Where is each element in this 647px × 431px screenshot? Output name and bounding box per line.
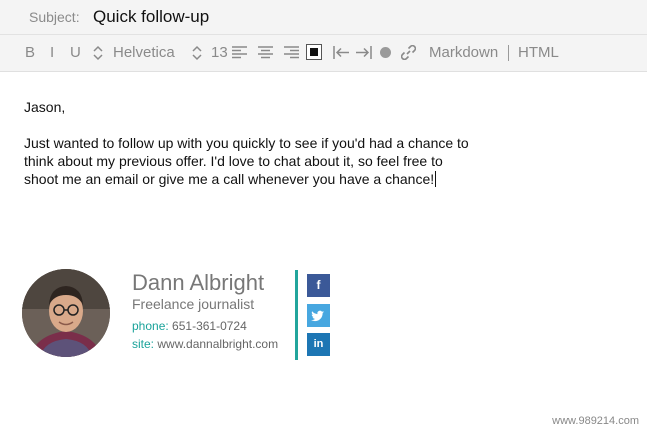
- underline-button[interactable]: U: [70, 44, 81, 62]
- phone-label: phone:: [132, 319, 169, 333]
- greeting: Jason,: [24, 99, 66, 115]
- site-link[interactable]: www.dannalbright.com: [157, 337, 278, 351]
- toolbar-divider: [508, 45, 509, 61]
- bullet-icon[interactable]: [380, 47, 391, 58]
- signature-name: Dann Albright: [132, 270, 265, 295]
- avatar: [22, 269, 110, 357]
- link-icon[interactable]: [401, 45, 416, 60]
- bold-button[interactable]: B: [25, 44, 35, 62]
- body-line: Just wanted to follow up with you quickl…: [24, 135, 469, 151]
- align-center-icon[interactable]: [258, 46, 273, 59]
- signature-title: Freelance journalist: [132, 296, 255, 312]
- italic-button[interactable]: I: [50, 44, 54, 62]
- message-body[interactable]: Jason, Just wanted to follow up with you…: [24, 98, 469, 188]
- font-selector[interactable]: Helvetica: [113, 44, 175, 62]
- size-stepper-icon[interactable]: [192, 45, 202, 61]
- text-cursor: [435, 171, 437, 187]
- font-size-selector[interactable]: 13: [211, 44, 228, 62]
- body-line-last: shoot me an email or give me a call when…: [24, 170, 469, 188]
- facebook-icon[interactable]: f: [307, 274, 330, 297]
- subject-bar: Subject: Quick follow-up: [0, 0, 647, 35]
- markdown-toggle[interactable]: Markdown: [429, 44, 498, 62]
- signature-divider: [295, 270, 298, 360]
- align-left-icon[interactable]: [232, 46, 247, 59]
- watermark: www.989214.com: [552, 415, 639, 427]
- subject-label: Subject:: [29, 9, 80, 25]
- align-right-icon[interactable]: [284, 46, 299, 59]
- body-line: shoot me an email or give me a call when…: [24, 171, 435, 187]
- formatting-toolbar: B I U Helvetica 13 Markdown HTML: [0, 35, 647, 72]
- body-line: think about my previous offer. I'd love …: [24, 153, 443, 169]
- signature-site: site: www.dannalbright.com: [132, 337, 278, 351]
- linkedin-icon[interactable]: in: [307, 333, 330, 356]
- signature-phone: phone: 651-361-0724: [132, 319, 247, 333]
- text-color-swatch[interactable]: [306, 44, 322, 60]
- phone-number[interactable]: 651-361-0724: [172, 319, 247, 333]
- site-label: site:: [132, 337, 155, 351]
- subject-field[interactable]: Quick follow-up: [93, 7, 209, 27]
- font-stepper-icon[interactable]: [93, 45, 103, 61]
- html-toggle[interactable]: HTML: [518, 44, 559, 62]
- outdent-icon[interactable]: [333, 46, 350, 59]
- indent-icon[interactable]: [355, 46, 372, 59]
- twitter-icon[interactable]: [307, 304, 330, 327]
